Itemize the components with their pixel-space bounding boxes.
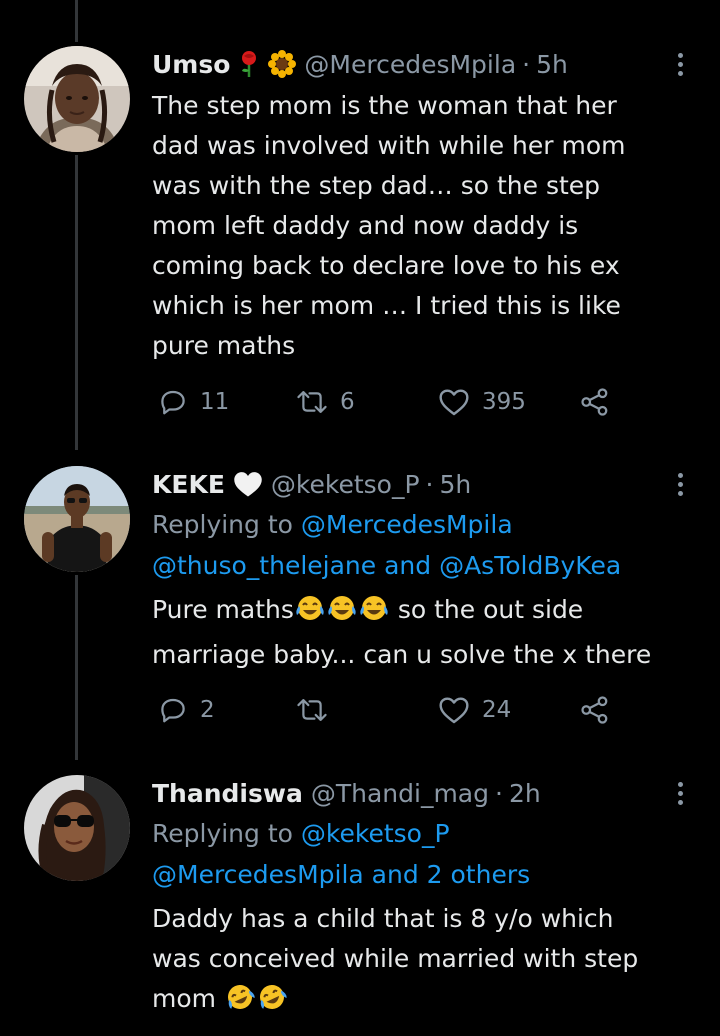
more-options-icon[interactable] [670, 46, 690, 82]
tweet-text-line: The step mom is the woman that her [152, 91, 617, 120]
tweet-text: Pure maths so the out side marriage baby… [152, 590, 692, 675]
mention-link[interactable]: @keketso_P [301, 819, 450, 848]
tweet-text-line: which is her mom … I tried this is like [152, 291, 621, 320]
replying-to-label: Replying to [152, 819, 293, 848]
tweet-keke[interactable]: KEKE @keketso_P · 5h Replying to @Merced… [0, 450, 720, 760]
avatar[interactable] [24, 466, 130, 572]
like-button[interactable]: 24 [438, 695, 511, 725]
separator-dot: · [494, 778, 503, 808]
tweet-text-line: was with the step dad… so the step [152, 171, 601, 200]
retweet-count: 6 [340, 389, 355, 415]
replying-to: Replying to @keketso_P @MercedesMpila an… [152, 813, 692, 895]
thread-line [75, 155, 78, 450]
tweet-text: The step mom is the woman that her dad w… [152, 86, 692, 366]
share-icon [580, 695, 610, 725]
retweet-icon [296, 695, 328, 725]
replying-to: Replying to @MercedesMpila @thuso_thelej… [152, 504, 692, 586]
separator-dot: · [522, 49, 531, 79]
tweet-text-line: mom left daddy and now daddy is [152, 211, 579, 240]
share-icon [580, 387, 610, 417]
tweet-header: Umso @MercedesMpila · 5h [152, 46, 692, 82]
tears-of-joy-emoji-icon [326, 593, 358, 635]
tweet-actions: 2 24 [152, 690, 632, 730]
timestamp[interactable]: 5h [440, 470, 472, 499]
tweet-header: KEKE @keketso_P · 5h [152, 466, 692, 502]
reply-icon [158, 695, 188, 725]
like-count: 395 [482, 389, 526, 415]
tweet-text-line: marriage baby... can u solve the x there [152, 640, 652, 669]
timestamp[interactable]: 5h [536, 50, 568, 79]
handle[interactable]: @keketso_P [271, 470, 420, 499]
tweet-text-line: pure maths [152, 331, 296, 360]
replying-to-label: Replying to [152, 510, 293, 539]
thread-line [75, 0, 78, 42]
sunflower-emoji-icon [268, 50, 297, 78]
reply-button[interactable]: 11 [158, 387, 229, 417]
tweet-text-segment: Pure maths [152, 595, 294, 624]
mention-link[interactable]: @MercedesMpila and 2 others [152, 854, 692, 895]
share-button[interactable] [580, 387, 610, 417]
heart-icon [438, 695, 470, 725]
handle[interactable]: @MercedesMpila [304, 50, 516, 79]
tweet-umso[interactable]: Umso @MercedesMpila · 5h The step mom is… [0, 0, 720, 450]
tweet-text-segment: so the out side [389, 595, 584, 624]
tears-of-joy-emoji-icon [358, 593, 390, 635]
reply-count: 11 [200, 389, 230, 415]
tweet-text-segment: mom [152, 984, 217, 1013]
tweet-text-line: Daddy has a child that is 8 y/o which [152, 904, 614, 933]
like-count: 24 [482, 697, 512, 723]
tweet-thandiswa[interactable]: Thandiswa @Thandi_mag · 2h Replying to @… [0, 760, 720, 1036]
tears-of-joy-emoji-icon [294, 593, 326, 635]
retweet-button[interactable]: 6 [296, 387, 355, 417]
reply-icon [158, 387, 188, 417]
reply-button[interactable]: 2 [158, 695, 215, 725]
display-name[interactable]: KEKE [152, 470, 225, 499]
rose-emoji-icon [238, 50, 260, 78]
rolling-laughing-emoji-icon [256, 982, 288, 1024]
heart-icon [438, 387, 470, 417]
tweet-actions: 11 6 395 [152, 382, 632, 422]
reply-count: 2 [200, 697, 215, 723]
thread-line [75, 575, 78, 760]
retweet-icon [296, 387, 328, 417]
more-options-icon[interactable] [670, 466, 690, 502]
share-button[interactable] [580, 695, 610, 725]
tweet-text-line: was conceived while married with step [152, 944, 639, 973]
timestamp[interactable]: 2h [509, 779, 541, 808]
tweet-text: Daddy has a child that is 8 y/o which wa… [152, 899, 692, 1024]
avatar[interactable] [24, 46, 130, 152]
more-options-icon[interactable] [670, 775, 690, 811]
tweet-text-line: dad was involved with while her mom [152, 131, 626, 160]
display-name[interactable]: Thandiswa [152, 779, 303, 808]
display-name[interactable]: Umso [152, 50, 230, 79]
tweet-header: Thandiswa @Thandi_mag · 2h [152, 775, 692, 811]
mention-link[interactable]: @thuso_thelejane and @AsToldByKea [152, 545, 692, 586]
like-button[interactable]: 395 [438, 387, 526, 417]
tweet-text-line: coming back to declare love to his ex [152, 251, 620, 280]
rolling-laughing-emoji-icon [224, 982, 256, 1024]
separator-dot: · [425, 469, 434, 499]
mention-link[interactable]: @MercedesMpila [301, 510, 513, 539]
retweet-button[interactable] [296, 695, 340, 725]
handle[interactable]: @Thandi_mag [311, 779, 489, 808]
avatar[interactable] [24, 775, 130, 881]
white-heart-emoji-icon [233, 470, 263, 498]
